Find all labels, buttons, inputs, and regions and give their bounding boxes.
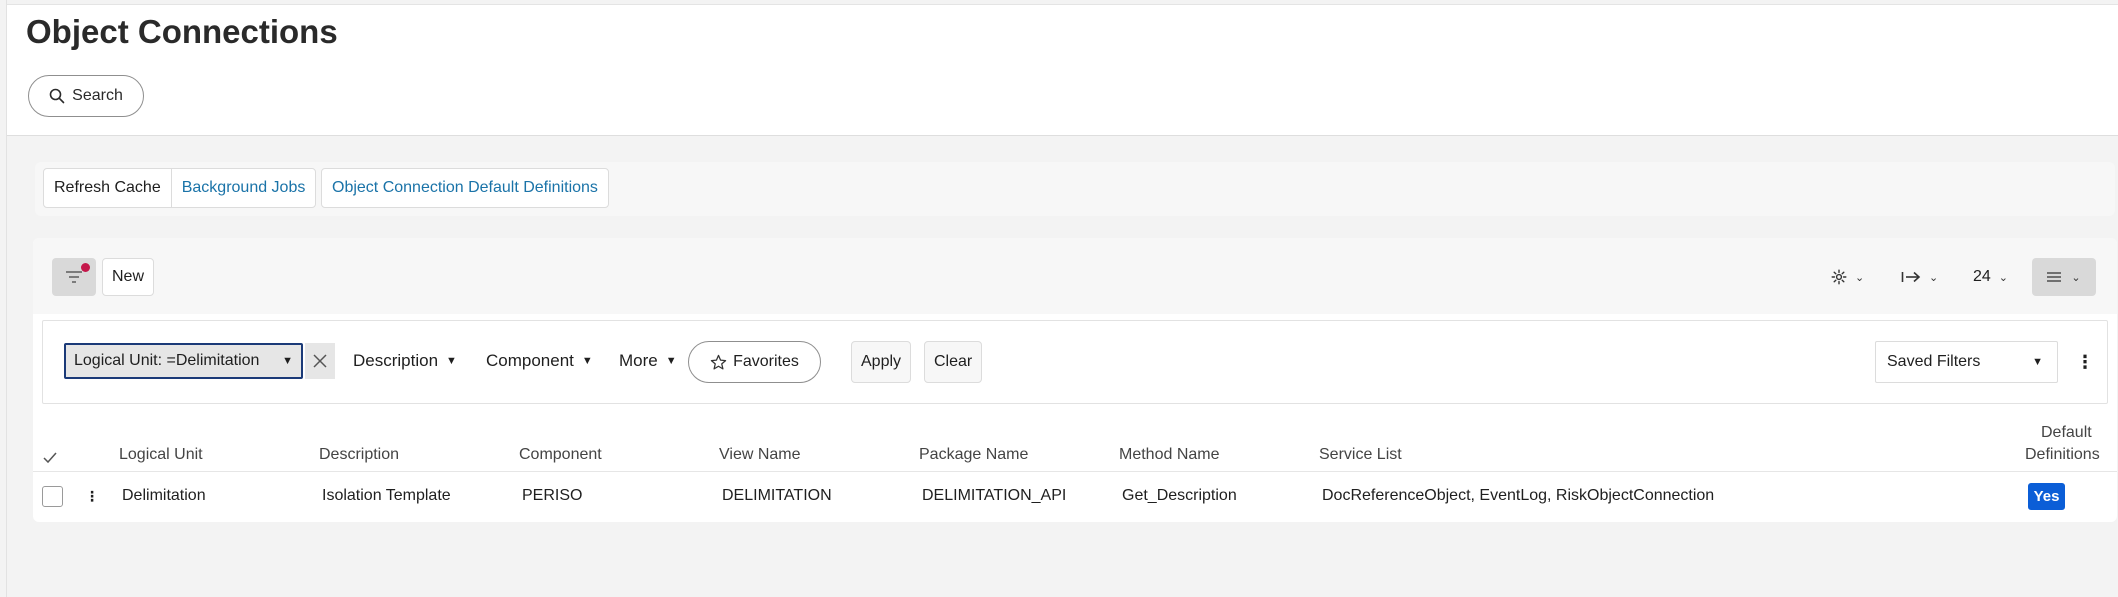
favorites-button[interactable]: Favorites <box>688 341 821 383</box>
filter-options-kebab-icon[interactable]: ⋮ <box>2075 347 2095 377</box>
view-mode-menu[interactable]: ⌄ <box>2032 258 2096 296</box>
column-header-definitions[interactable]: Definitions <box>2025 446 2100 464</box>
settings-menu[interactable]: ⌄ <box>1831 258 1864 296</box>
gear-icon <box>1831 269 1847 285</box>
default-definitions-button[interactable]: Object Connection Default Definitions <box>322 169 608 207</box>
apply-button[interactable]: Apply <box>851 341 912 383</box>
column-header-method-name[interactable]: Method Name <box>1119 446 1220 464</box>
saved-filters-label: Saved Filters <box>1887 353 1981 370</box>
remove-filter-button[interactable] <box>305 343 335 379</box>
caret-down-icon: ▼ <box>446 355 457 367</box>
column-header-default[interactable]: Default <box>2041 424 2092 442</box>
column-header-description[interactable]: Description <box>319 446 399 464</box>
row-select-checkbox[interactable] <box>42 486 63 507</box>
refresh-cache-button[interactable]: Refresh Cache <box>44 169 171 207</box>
command-group-primary: Refresh Cache Background Jobs <box>43 168 317 208</box>
cell-component: PERISO <box>522 487 583 504</box>
cell-service-list: DocReferenceObject, EventLog, RiskObject… <box>1322 487 1715 504</box>
component-filter-label: Component <box>486 351 574 370</box>
chevron-down-icon: ⌄ <box>1929 271 1939 284</box>
filter-chip-label: Logical Unit: =Delimitation <box>74 352 260 369</box>
cell-description: Isolation Template <box>322 487 451 504</box>
page-size-value: 24 <box>1973 268 1991 285</box>
page-header: Object Connections Search <box>7 4 2118 136</box>
search-button[interactable]: Search <box>28 75 144 117</box>
page-title: Object Connections <box>26 13 338 50</box>
more-filters-dropdown[interactable]: More ▼ <box>619 343 677 379</box>
app-root: Object Connections Search Refresh Cache … <box>6 0 2118 597</box>
select-all-check-icon[interactable] <box>43 452 57 464</box>
active-filter-indicator <box>81 263 90 272</box>
column-header-service-list[interactable]: Service List <box>1319 446 1402 464</box>
cell-view-name: DELIMITATION <box>722 487 832 504</box>
description-filter-label: Description <box>353 351 439 370</box>
caret-down-icon: ▼ <box>282 355 293 367</box>
table-header: Logical Unit Description Component View … <box>33 410 2117 472</box>
clear-button[interactable]: Clear <box>924 341 983 383</box>
caret-down-icon: ▼ <box>665 355 677 367</box>
favorites-label: Favorites <box>733 353 799 370</box>
export-menu[interactable]: ⌄ <box>1901 258 1938 296</box>
filter-chip-logical-unit[interactable]: Logical Unit: =Delimitation ▼ <box>64 343 303 379</box>
search-icon <box>49 88 65 104</box>
cell-logical-unit: Delimitation <box>122 487 206 504</box>
list-panel: New ⌄ ⌄ 24 ⌄ ⌄ Logical Unit: =Delimitati… <box>33 238 2117 522</box>
column-header-logical-unit[interactable]: Logical Unit <box>119 446 203 464</box>
table-row[interactable]: ⋮ Delimitation Isolation Template PERISO… <box>33 472 2117 520</box>
command-group-definitions: Object Connection Default Definitions <box>321 168 609 208</box>
export-arrow-icon <box>1901 271 1921 283</box>
default-definitions-badge: Yes <box>2028 483 2065 510</box>
saved-filters-dropdown[interactable]: Saved Filters ▼ <box>1875 341 2058 383</box>
cell-method-name: Get_Description <box>1122 487 1237 504</box>
page-size-menu[interactable]: 24 ⌄ <box>1973 258 2008 296</box>
list-toolbar: New ⌄ ⌄ 24 ⌄ ⌄ <box>33 238 2117 314</box>
cell-package-name: DELIMITATION_API <box>922 487 1067 504</box>
filter-toggle-button[interactable] <box>52 258 96 296</box>
command-bar: Refresh Cache Background Jobs Object Con… <box>35 162 2115 216</box>
close-icon <box>313 354 327 368</box>
more-filters-label: More <box>619 351 658 370</box>
caret-down-icon: ▼ <box>581 355 593 367</box>
star-icon <box>710 354 727 370</box>
column-header-package-name[interactable]: Package Name <box>919 446 1028 464</box>
chevron-down-icon: ⌄ <box>1998 271 2009 284</box>
description-filter-dropdown[interactable]: Description ▼ <box>353 343 457 379</box>
chevron-down-icon: ⌄ <box>1855 271 1865 284</box>
component-filter-dropdown[interactable]: Component ▼ <box>486 343 593 379</box>
filter-icon <box>66 271 82 283</box>
list-view-icon <box>2047 272 2062 282</box>
background-jobs-button[interactable]: Background Jobs <box>170 169 316 207</box>
search-button-label: Search <box>72 87 123 104</box>
column-header-view-name[interactable]: View Name <box>719 446 801 464</box>
chevron-down-icon: ⌄ <box>2071 271 2081 284</box>
column-header-component[interactable]: Component <box>519 446 602 464</box>
caret-down-icon: ▼ <box>2032 356 2043 368</box>
row-actions-kebab-icon[interactable]: ⋮ <box>85 484 99 508</box>
new-button[interactable]: New <box>102 258 154 296</box>
filter-bar: Logical Unit: =Delimitation ▼ Descriptio… <box>42 320 2108 404</box>
